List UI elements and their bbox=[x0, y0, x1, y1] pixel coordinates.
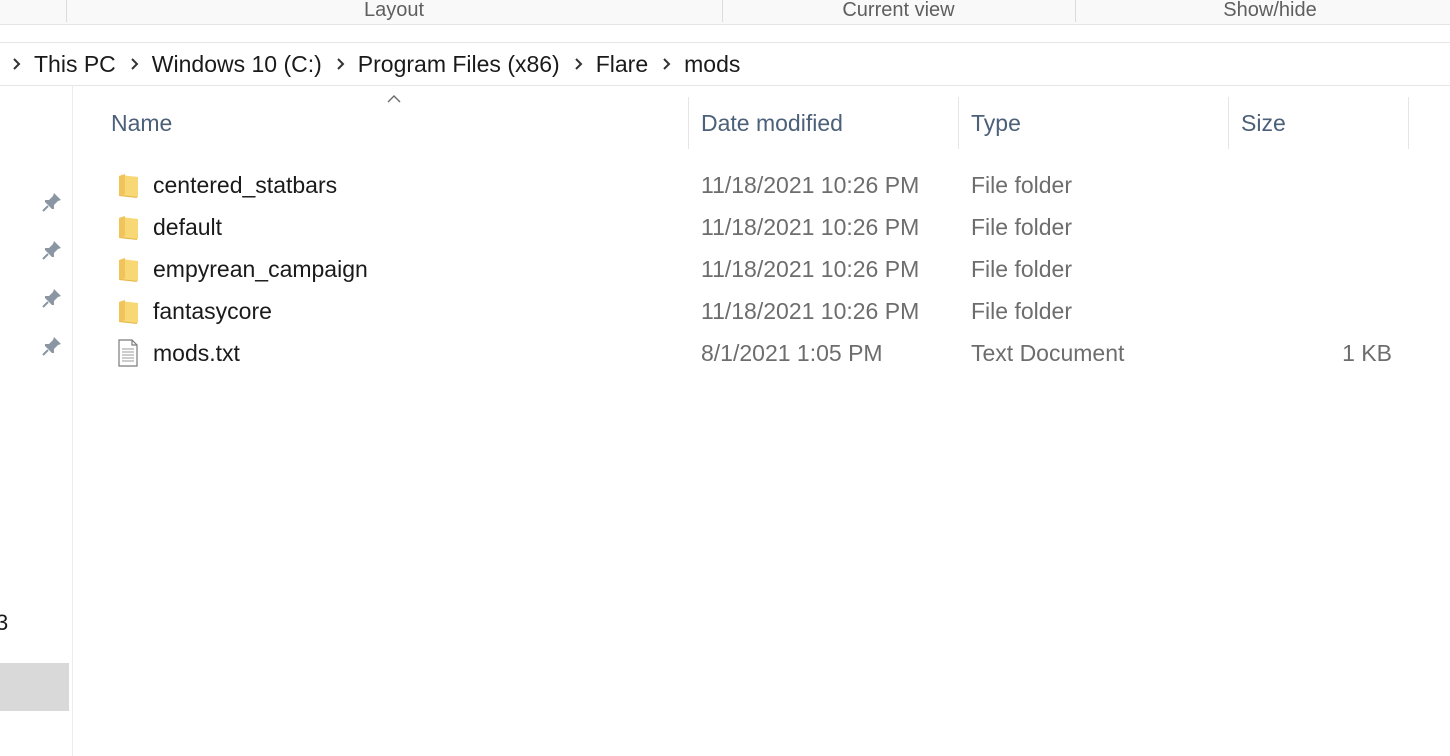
nav-item-selected[interactable] bbox=[0, 663, 69, 711]
chevron-right-icon[interactable] bbox=[336, 57, 346, 71]
file-name[interactable]: centered_statbars bbox=[153, 164, 337, 206]
chevron-right-icon[interactable] bbox=[12, 57, 22, 71]
file-size: 1 KB bbox=[1342, 339, 1392, 366]
file-date-modified: 11/18/2021 10:26 PM bbox=[701, 171, 920, 198]
folder-icon bbox=[116, 254, 140, 284]
column-divider[interactable] bbox=[688, 97, 689, 149]
file-row[interactable]: empyrean_campaign 11/18/2021 10:26 PM Fi… bbox=[100, 248, 1410, 290]
folder-icon bbox=[116, 170, 140, 200]
column-header-name[interactable]: Name bbox=[111, 96, 687, 150]
file-type: File folder bbox=[971, 297, 1072, 324]
file-date-modified: 11/18/2021 10:26 PM bbox=[701, 213, 920, 240]
navigation-pane[interactable]: 3 bbox=[0, 86, 73, 756]
file-type: File folder bbox=[971, 213, 1072, 240]
folder-icon bbox=[116, 296, 140, 326]
pin-icon[interactable] bbox=[40, 190, 64, 214]
nav-item-partial-label[interactable]: 3 bbox=[0, 610, 8, 636]
file-name[interactable]: mods.txt bbox=[153, 332, 240, 374]
breadcrumb-program-files[interactable]: Program Files (x86) bbox=[358, 51, 560, 78]
column-header-date-modified[interactable]: Date modified bbox=[701, 96, 957, 150]
ribbon-group-show-hide[interactable]: Show/hide bbox=[1075, 0, 1450, 22]
breadcrumb[interactable]: This PC Windows 10 (C:) Program Files (x… bbox=[0, 42, 1450, 86]
chevron-right-icon[interactable] bbox=[662, 57, 672, 71]
chevron-right-icon[interactable] bbox=[574, 57, 584, 71]
file-row[interactable]: mods.txt 8/1/2021 1:05 PM Text Document … bbox=[100, 332, 1410, 374]
file-name[interactable]: empyrean_campaign bbox=[153, 248, 368, 290]
breadcrumb-flare[interactable]: Flare bbox=[596, 51, 648, 78]
file-name[interactable]: fantasycore bbox=[153, 290, 272, 332]
file-date-modified: 11/18/2021 10:26 PM bbox=[701, 255, 920, 282]
file-type: File folder bbox=[971, 171, 1072, 198]
column-header-type[interactable]: Type bbox=[971, 96, 1227, 150]
column-header-size[interactable]: Size bbox=[1241, 96, 1407, 150]
file-row[interactable]: default 11/18/2021 10:26 PM File folder bbox=[100, 206, 1410, 248]
folder-icon bbox=[116, 212, 140, 242]
pin-icon[interactable] bbox=[40, 286, 64, 310]
breadcrumb-drive[interactable]: Windows 10 (C:) bbox=[152, 51, 322, 78]
file-name[interactable]: default bbox=[153, 206, 222, 248]
file-date-modified: 8/1/2021 1:05 PM bbox=[701, 339, 883, 366]
file-row[interactable]: centered_statbars 11/18/2021 10:26 PM Fi… bbox=[100, 164, 1410, 206]
column-divider[interactable] bbox=[958, 97, 959, 149]
ribbon-group-current-view[interactable]: Current view bbox=[722, 0, 1075, 22]
chevron-right-icon[interactable] bbox=[130, 57, 140, 71]
pin-icon[interactable] bbox=[40, 334, 64, 358]
breadcrumb-this-pc[interactable]: This PC bbox=[34, 51, 116, 78]
column-divider[interactable] bbox=[1228, 97, 1229, 149]
file-type: File folder bbox=[971, 255, 1072, 282]
ribbon-group-layout[interactable]: Layout bbox=[66, 0, 722, 22]
breadcrumb-mods[interactable]: mods bbox=[684, 51, 740, 78]
ribbon: Layout Current view Show/hide bbox=[0, 0, 1450, 25]
file-row[interactable]: fantasycore 11/18/2021 10:26 PM File fol… bbox=[100, 290, 1410, 332]
file-type: Text Document bbox=[971, 339, 1125, 366]
file-date-modified: 11/18/2021 10:26 PM bbox=[701, 297, 920, 324]
text-document-icon bbox=[116, 338, 140, 368]
pin-icon[interactable] bbox=[40, 238, 64, 262]
column-divider[interactable] bbox=[1408, 97, 1409, 149]
